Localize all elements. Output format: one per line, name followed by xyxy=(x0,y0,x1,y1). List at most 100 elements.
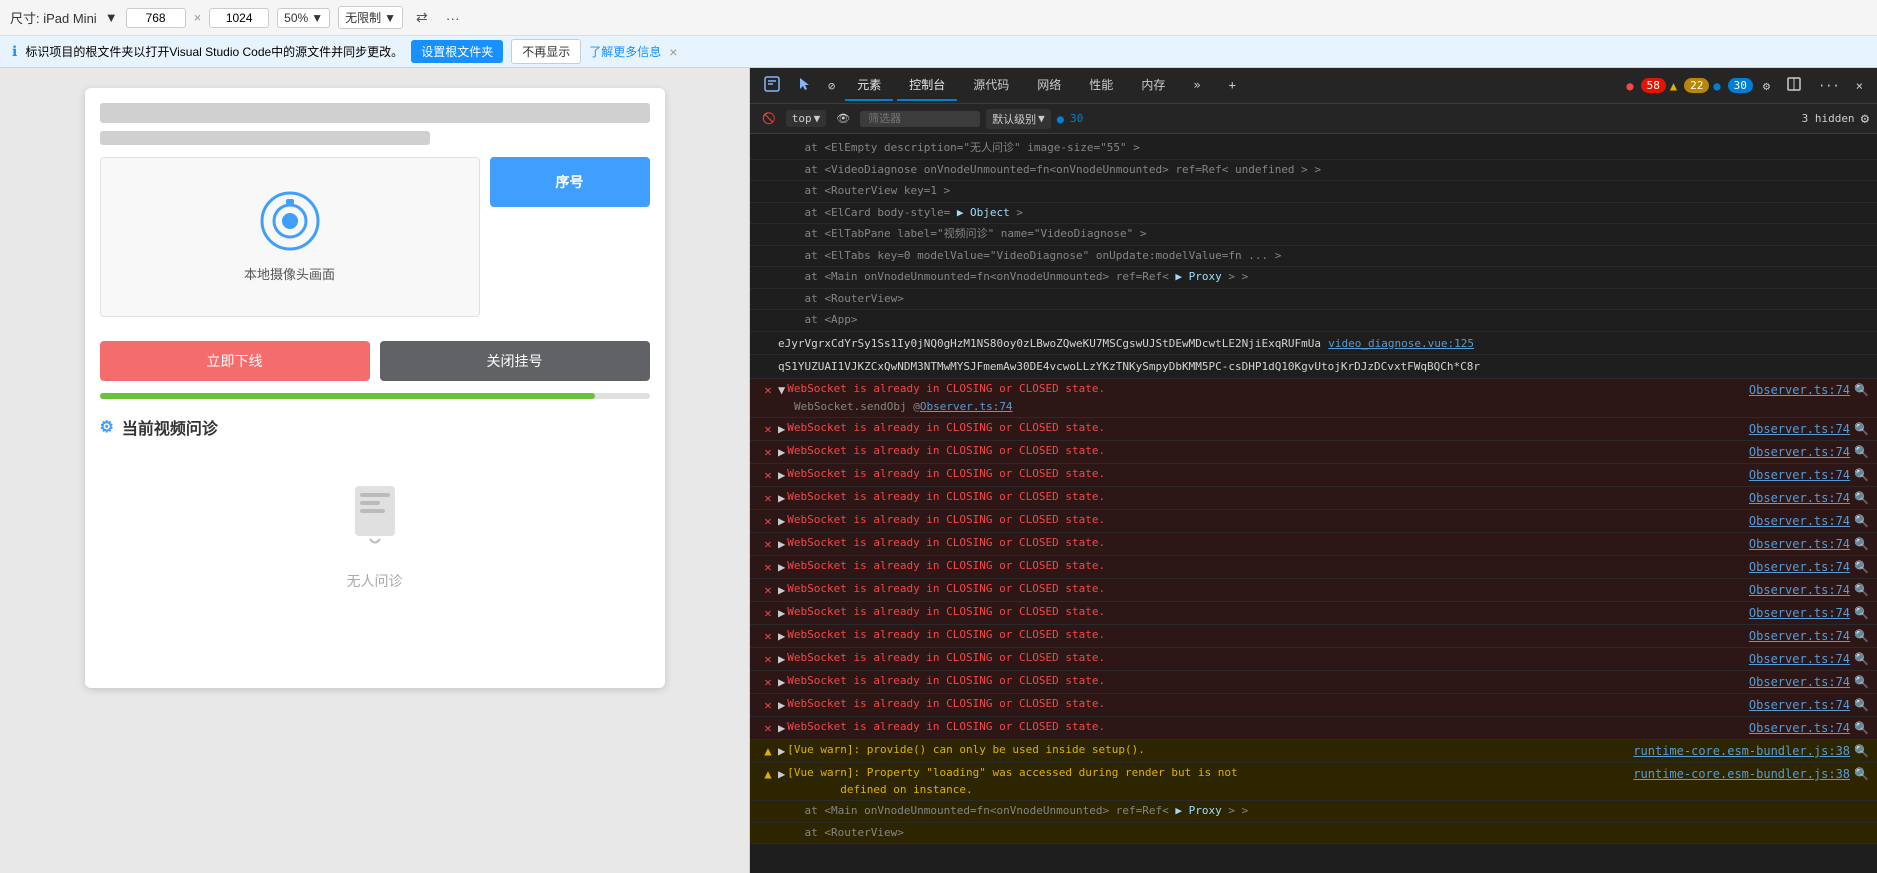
search-icon-3[interactable]: 🔍 xyxy=(1854,443,1869,461)
expand-arrow-8[interactable]: ▶ xyxy=(778,558,785,576)
ban-icon[interactable]: ⊘ xyxy=(822,75,841,97)
warn-expand-2[interactable]: ▶ xyxy=(778,765,785,783)
source-observer-7[interactable]: Observer.ts:74 xyxy=(1741,535,1850,553)
tab-memory[interactable]: 内存 xyxy=(1129,70,1177,101)
hangup-button[interactable]: 关闭挂号 xyxy=(380,341,650,381)
error-line-7: ✕ ▶ WebSocket is already in CLOSING or C… xyxy=(750,533,1877,556)
section-title-text: 当前视频问诊 xyxy=(122,415,218,439)
search-icon-2[interactable]: 🔍 xyxy=(1854,420,1869,438)
tab-performance[interactable]: 性能 xyxy=(1077,70,1125,101)
limit-dropdown[interactable]: 无限制 ▼ xyxy=(338,6,403,29)
width-input[interactable] xyxy=(126,8,186,28)
tab-network[interactable]: 网络 xyxy=(1025,70,1073,101)
expand-arrow-4[interactable]: ▶ xyxy=(778,466,785,484)
search-icon-5[interactable]: 🔍 xyxy=(1854,489,1869,507)
devtools-more-icon[interactable]: ··· xyxy=(1812,75,1846,97)
source-observer-15[interactable]: Observer.ts:74 xyxy=(1741,719,1850,737)
expand-arrow-9[interactable]: ▶ xyxy=(778,581,785,599)
expand-arrow-14[interactable]: ▶ xyxy=(778,696,785,714)
expand-arrow-5[interactable]: ▶ xyxy=(778,489,785,507)
source-observer-14[interactable]: Observer.ts:74 xyxy=(1741,696,1850,714)
observer-link-1[interactable]: Observer.ts:74 xyxy=(920,399,1013,416)
source-link-long[interactable]: video_diagnose.vue:125 xyxy=(1328,337,1474,350)
source-observer-10[interactable]: Observer.ts:74 xyxy=(1741,604,1850,622)
more-icon[interactable]: ··· xyxy=(441,8,465,28)
warn-icon-2: ▲ xyxy=(764,765,771,783)
source-observer-1[interactable]: Observer.ts:74 xyxy=(1741,381,1850,399)
search-icon-7[interactable]: 🔍 xyxy=(1854,535,1869,553)
source-observer-12[interactable]: Observer.ts:74 xyxy=(1741,650,1850,668)
source-runtime-2[interactable]: runtime-core.esm-bundler.js:38 xyxy=(1625,765,1850,783)
zoom-dropdown[interactable]: 50% ▼ xyxy=(277,8,330,28)
devtools-dock-icon[interactable] xyxy=(1780,72,1808,99)
inspect-icon[interactable] xyxy=(758,72,786,99)
search-icon-9[interactable]: 🔍 xyxy=(1854,581,1869,599)
expand-arrow-2[interactable]: ▶ xyxy=(778,420,785,438)
source-observer-8[interactable]: Observer.ts:74 xyxy=(1741,558,1850,576)
source-runtime-1[interactable]: runtime-core.esm-bundler.js:38 xyxy=(1625,742,1850,760)
expand-arrow-7[interactable]: ▶ xyxy=(778,535,785,553)
devtools-settings-icon[interactable]: ⚙ xyxy=(1757,75,1776,97)
level-dropdown[interactable]: 默认级别 ▼ xyxy=(986,109,1051,129)
search-icon-13[interactable]: 🔍 xyxy=(1854,673,1869,691)
search-icon-w1[interactable]: 🔍 xyxy=(1854,742,1869,760)
source-observer-13[interactable]: Observer.ts:74 xyxy=(1741,673,1850,691)
search-icon-4[interactable]: 🔍 xyxy=(1854,466,1869,484)
expand-arrow-6[interactable]: ▶ xyxy=(778,512,785,530)
source-observer-3[interactable]: Observer.ts:74 xyxy=(1741,443,1850,461)
preview-bar-1 xyxy=(100,103,650,123)
learn-more-link[interactable]: 了解更多信息 xyxy=(589,43,661,60)
offline-button[interactable]: 立即下线 xyxy=(100,341,370,381)
error-line-11: ✕ ▶ WebSocket is already in CLOSING or C… xyxy=(750,625,1877,648)
rotate-icon[interactable]: ⇄ xyxy=(411,7,433,28)
source-observer-2[interactable]: Observer.ts:74 xyxy=(1741,420,1850,438)
devtools-close-icon[interactable]: × xyxy=(1850,75,1869,97)
tab-add[interactable]: + xyxy=(1217,72,1248,100)
size-dropdown-arrow[interactable]: ▼ xyxy=(105,10,118,25)
error-icon-6: ✕ xyxy=(764,512,771,530)
height-input[interactable] xyxy=(209,8,269,28)
stack-text-6: at <ElTabs key=0 modelValue="VideoDiagno… xyxy=(778,248,1869,265)
warn-stack-text-2: at <RouterView> xyxy=(778,825,1869,842)
expand-arrow-11[interactable]: ▶ xyxy=(778,627,785,645)
error-icon-2: ✕ xyxy=(764,420,771,438)
notification-close[interactable]: × xyxy=(669,44,677,60)
no-show-button[interactable]: 不再显示 xyxy=(511,39,581,64)
search-icon-11[interactable]: 🔍 xyxy=(1854,627,1869,645)
cursor-icon[interactable] xyxy=(790,72,818,99)
console-settings-btn[interactable]: ⚙ xyxy=(1861,111,1869,127)
eye-icon[interactable]: 👁 xyxy=(832,110,854,127)
source-observer-11[interactable]: Observer.ts:74 xyxy=(1741,627,1850,645)
top-dropdown[interactable]: top ▼ xyxy=(786,110,827,127)
search-icon-1[interactable]: 🔍 xyxy=(1854,381,1869,399)
source-observer-9[interactable]: Observer.ts:74 xyxy=(1741,581,1850,599)
seqno-button[interactable]: 序号 xyxy=(490,157,650,207)
tab-sources[interactable]: 源代码 xyxy=(961,70,1021,101)
setup-root-button[interactable]: 设置根文件夹 xyxy=(411,40,503,63)
error-line-4: ✕ ▶ WebSocket is already in CLOSING or C… xyxy=(750,464,1877,487)
clear-console-btn[interactable]: 🚫 xyxy=(758,110,780,127)
expand-arrow-1[interactable]: ▼ xyxy=(778,381,785,399)
tab-elements[interactable]: 元素 xyxy=(845,70,893,101)
expand-arrow-15[interactable]: ▶ xyxy=(778,719,785,737)
warn-expand-1[interactable]: ▶ xyxy=(778,742,785,760)
search-icon-6[interactable]: 🔍 xyxy=(1854,512,1869,530)
error-line-expanded: ✕ ▼ WebSocket is already in CLOSING or C… xyxy=(750,379,1877,419)
expand-arrow-13[interactable]: ▶ xyxy=(778,673,785,691)
search-icon-10[interactable]: 🔍 xyxy=(1854,604,1869,622)
search-icon-15[interactable]: 🔍 xyxy=(1854,719,1869,737)
search-icon-14[interactable]: 🔍 xyxy=(1854,696,1869,714)
search-icon-12[interactable]: 🔍 xyxy=(1854,650,1869,668)
tab-more[interactable]: » xyxy=(1181,72,1212,100)
source-observer-5[interactable]: Observer.ts:74 xyxy=(1741,489,1850,507)
expand-arrow-10[interactable]: ▶ xyxy=(778,604,785,622)
search-icon-w2[interactable]: 🔍 xyxy=(1854,765,1869,783)
expand-arrow-3[interactable]: ▶ xyxy=(778,443,785,461)
expand-arrow-12[interactable]: ▶ xyxy=(778,650,785,668)
source-observer-4[interactable]: Observer.ts:74 xyxy=(1741,466,1850,484)
tab-console[interactable]: 控制台 xyxy=(897,70,957,101)
filter-input[interactable] xyxy=(860,111,980,127)
error-line-2: ✕ ▶ WebSocket is already in CLOSING or C… xyxy=(750,418,1877,441)
search-icon-8[interactable]: 🔍 xyxy=(1854,558,1869,576)
source-observer-6[interactable]: Observer.ts:74 xyxy=(1741,512,1850,530)
